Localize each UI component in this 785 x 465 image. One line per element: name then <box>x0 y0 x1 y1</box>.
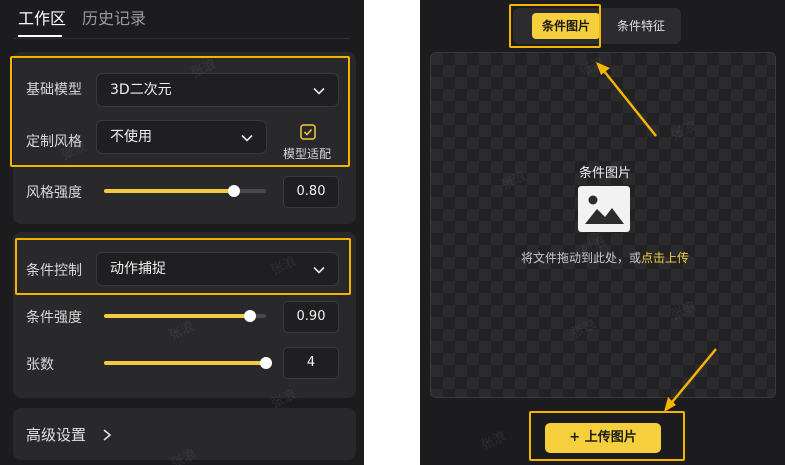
advanced-settings-label[interactable]: 高级设置 <box>26 425 86 445</box>
slider-fill <box>104 361 266 365</box>
annotation-arrow <box>596 62 657 137</box>
annotation-arrow <box>664 348 717 412</box>
style-strength-label: 风格强度 <box>26 185 82 201</box>
style-strength-value[interactable]: 0.80 <box>283 176 339 208</box>
click-upload-link[interactable]: 点击上传 <box>641 251 689 265</box>
right-panel: 条件图片 条件特征 条件图片 将文件拖动到此处，或点击上传 + 上传图片 张浪 … <box>420 0 785 465</box>
style-strength-slider[interactable] <box>104 185 266 197</box>
drop-zone-hint: 将文件拖动到此处，或点击上传 <box>480 250 730 266</box>
slider-thumb[interactable] <box>260 357 272 369</box>
count-slider[interactable] <box>104 357 272 369</box>
slider-thumb[interactable] <box>227 185 240 197</box>
left-panel: 工作区 历史记录 基础模型 3D二次元 定制风格 不使用 模型适配 风格强度 0… <box>0 0 364 465</box>
segment-condition-feature[interactable]: 条件特征 <box>606 13 676 39</box>
chevron-down-icon <box>313 266 325 274</box>
slider-thumb[interactable] <box>243 310 256 322</box>
image-icon <box>578 186 630 232</box>
model-fit-label: 模型适配 <box>283 147 332 161</box>
segment-condition-image[interactable]: 条件图片 <box>532 13 600 39</box>
chevron-right-icon[interactable] <box>100 427 114 443</box>
chevron-down-icon <box>241 134 253 142</box>
upload-image-button[interactable]: + 上传图片 <box>545 423 661 453</box>
slider-fill <box>104 314 250 318</box>
tab-workspace[interactable]: 工作区 <box>18 8 66 30</box>
count-label: 张数 <box>26 357 54 373</box>
custom-style-value: 不使用 <box>110 129 152 145</box>
base-model-label: 基础模型 <box>26 82 82 98</box>
checkbox-checked-icon[interactable] <box>300 124 316 140</box>
tab-divider <box>14 38 350 39</box>
custom-style-select[interactable]: 不使用 <box>96 120 267 154</box>
upload-button-label: 上传图片 <box>584 430 637 445</box>
drop-hint-text: 将文件拖动到此处，或 <box>520 251 641 265</box>
plus-icon: + <box>569 430 581 445</box>
watermark: 张浪 <box>478 429 509 454</box>
drop-zone-title: 条件图片 <box>578 166 631 181</box>
chevron-down-icon <box>313 87 325 95</box>
condition-control-label: 条件控制 <box>26 263 82 279</box>
tab-history[interactable]: 历史记录 <box>82 8 146 30</box>
active-tab-indicator <box>18 35 62 37</box>
base-model-select[interactable]: 3D二次元 <box>96 73 339 107</box>
count-value[interactable]: 4 <box>283 347 339 379</box>
condition-control-select[interactable]: 动作捕捉 <box>96 252 339 286</box>
condition-control-value: 动作捕捉 <box>110 261 166 277</box>
condition-strength-label: 条件强度 <box>26 310 82 326</box>
base-model-value: 3D二次元 <box>110 82 172 98</box>
slider-fill <box>104 189 234 193</box>
condition-strength-value[interactable]: 0.90 <box>283 301 339 333</box>
